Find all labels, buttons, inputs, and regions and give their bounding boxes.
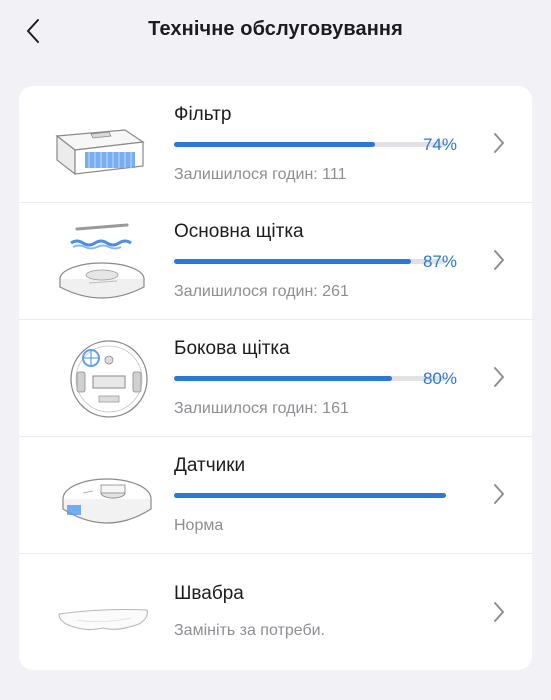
- progress-percent: 74%: [422, 135, 457, 154]
- item-name: Бокова щітка: [174, 338, 290, 359]
- remaining-hours: Залишилося годин: 111: [174, 166, 347, 183]
- chevron-right-icon: [494, 367, 504, 387]
- item-name: Фільтр: [174, 104, 232, 125]
- item-name: Основна щітка: [174, 221, 304, 242]
- progress-fill: [174, 493, 446, 498]
- progress-fill: [174, 259, 411, 264]
- remaining-hours: Залишилося годин: 261: [174, 283, 349, 300]
- progress-fill: [174, 142, 376, 147]
- filter-icon: [55, 129, 145, 176]
- item-name: Датчики: [174, 455, 246, 476]
- header: Технічне обслуговування: [0, 0, 551, 62]
- progress-fill: [174, 376, 392, 381]
- progress-track: [174, 493, 446, 498]
- list-item-sensors[interactable]: Датчики Норма: [19, 437, 532, 554]
- list-item-main-brush[interactable]: Основна щітка 87% Залишилося годин: 261: [19, 203, 532, 320]
- item-name: Швабра: [174, 583, 244, 604]
- progress-percent: 87%: [422, 252, 457, 271]
- chevron-right-icon: [494, 250, 504, 270]
- list-item-mop[interactable]: Швабра Замініть за потреби.: [19, 554, 532, 670]
- mop-icon: [58, 608, 148, 631]
- chevron-right-icon: [494, 484, 504, 504]
- progress-percent: 80%: [422, 369, 457, 388]
- list-item-side-brush[interactable]: Бокова щітка 80% Залишилося годин: 161: [19, 320, 532, 437]
- list-item-filter[interactable]: Фільтр 74% Залишилося годин: 111: [19, 86, 532, 203]
- remaining-hours: Залишилося годин: 161: [174, 400, 349, 417]
- sensors-icon: [62, 478, 152, 524]
- maintenance-list: Фільтр 74% Залишилося годин: 111 Основна…: [19, 86, 532, 670]
- side-brush-icon: [70, 340, 148, 418]
- main-brush-icon: [59, 223, 145, 299]
- chevron-right-icon: [494, 133, 504, 153]
- page-title: Технічне обслуговування: [148, 18, 403, 40]
- sensors-status: Норма: [174, 517, 224, 534]
- chevron-right-icon: [494, 602, 504, 622]
- mop-status: Замініть за потреби.: [174, 622, 325, 639]
